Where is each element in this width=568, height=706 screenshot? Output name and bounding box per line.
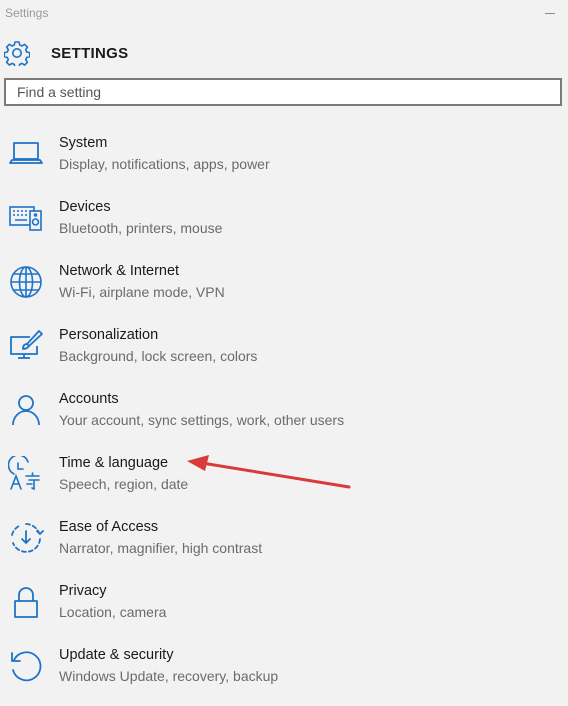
minimize-button[interactable]: [537, 2, 563, 24]
lock-icon: [8, 584, 44, 620]
person-icon: [8, 392, 44, 428]
settings-header: SETTINGS: [0, 36, 568, 72]
laptop-icon: [8, 136, 44, 172]
category-description: Bluetooth, printers, mouse: [59, 220, 223, 236]
category-description: Windows Update, recovery, backup: [59, 668, 279, 684]
category-description: Speech, region, date: [59, 476, 189, 492]
category-description: Background, lock screen, colors: [59, 348, 258, 364]
category-description: Wi-Fi, airplane mode, VPN: [59, 284, 225, 300]
category-label: Ease of Access: [59, 519, 159, 535]
category-description: Your account, sync settings, work, other…: [59, 412, 345, 428]
category-label: Devices: [59, 199, 111, 215]
category-label: Privacy: [59, 583, 107, 599]
category-privacy[interactable]: Privacy Location, camera: [0, 578, 568, 642]
category-description: Narrator, magnifier, high contrast: [59, 540, 263, 556]
globe-icon: [8, 264, 44, 300]
settings-categories: System Display, notifications, apps, pow…: [0, 130, 568, 706]
category-label: System: [59, 135, 108, 151]
category-time-language[interactable]: Time & language Speech, region, date: [0, 450, 568, 514]
ease-of-access-icon: [8, 520, 44, 556]
category-system[interactable]: System Display, notifications, apps, pow…: [0, 130, 568, 194]
category-accounts[interactable]: Accounts Your account, sync settings, wo…: [0, 386, 568, 450]
search-box[interactable]: [4, 78, 562, 106]
time-language-icon: [8, 456, 44, 492]
category-ease-of-access[interactable]: Ease of Access Narrator, magnifier, high…: [0, 514, 568, 578]
category-devices[interactable]: Devices Bluetooth, printers, mouse: [0, 194, 568, 258]
devices-icon: [8, 200, 44, 236]
category-description: Location, camera: [59, 604, 167, 620]
category-network-internet[interactable]: Network & Internet Wi-Fi, airplane mode,…: [0, 258, 568, 322]
category-label: Update & security: [59, 647, 174, 663]
update-icon: [8, 648, 44, 684]
gear-icon: [4, 41, 30, 66]
search-input[interactable]: [6, 80, 560, 104]
personalization-icon: [8, 328, 44, 364]
category-description: Display, notifications, apps, power: [59, 156, 270, 172]
category-personalization[interactable]: Personalization Background, lock screen,…: [0, 322, 568, 386]
title-bar: Settings: [0, 0, 568, 26]
category-label: Personalization: [59, 327, 159, 343]
minimize-icon: [545, 12, 555, 14]
category-label: Accounts: [59, 391, 119, 407]
window-title: Settings: [5, 6, 49, 20]
category-label: Time & language: [59, 455, 169, 471]
category-update-security[interactable]: Update & security Windows Update, recove…: [0, 642, 568, 706]
category-label: Network & Internet: [59, 263, 180, 279]
page-title: SETTINGS: [51, 45, 129, 62]
